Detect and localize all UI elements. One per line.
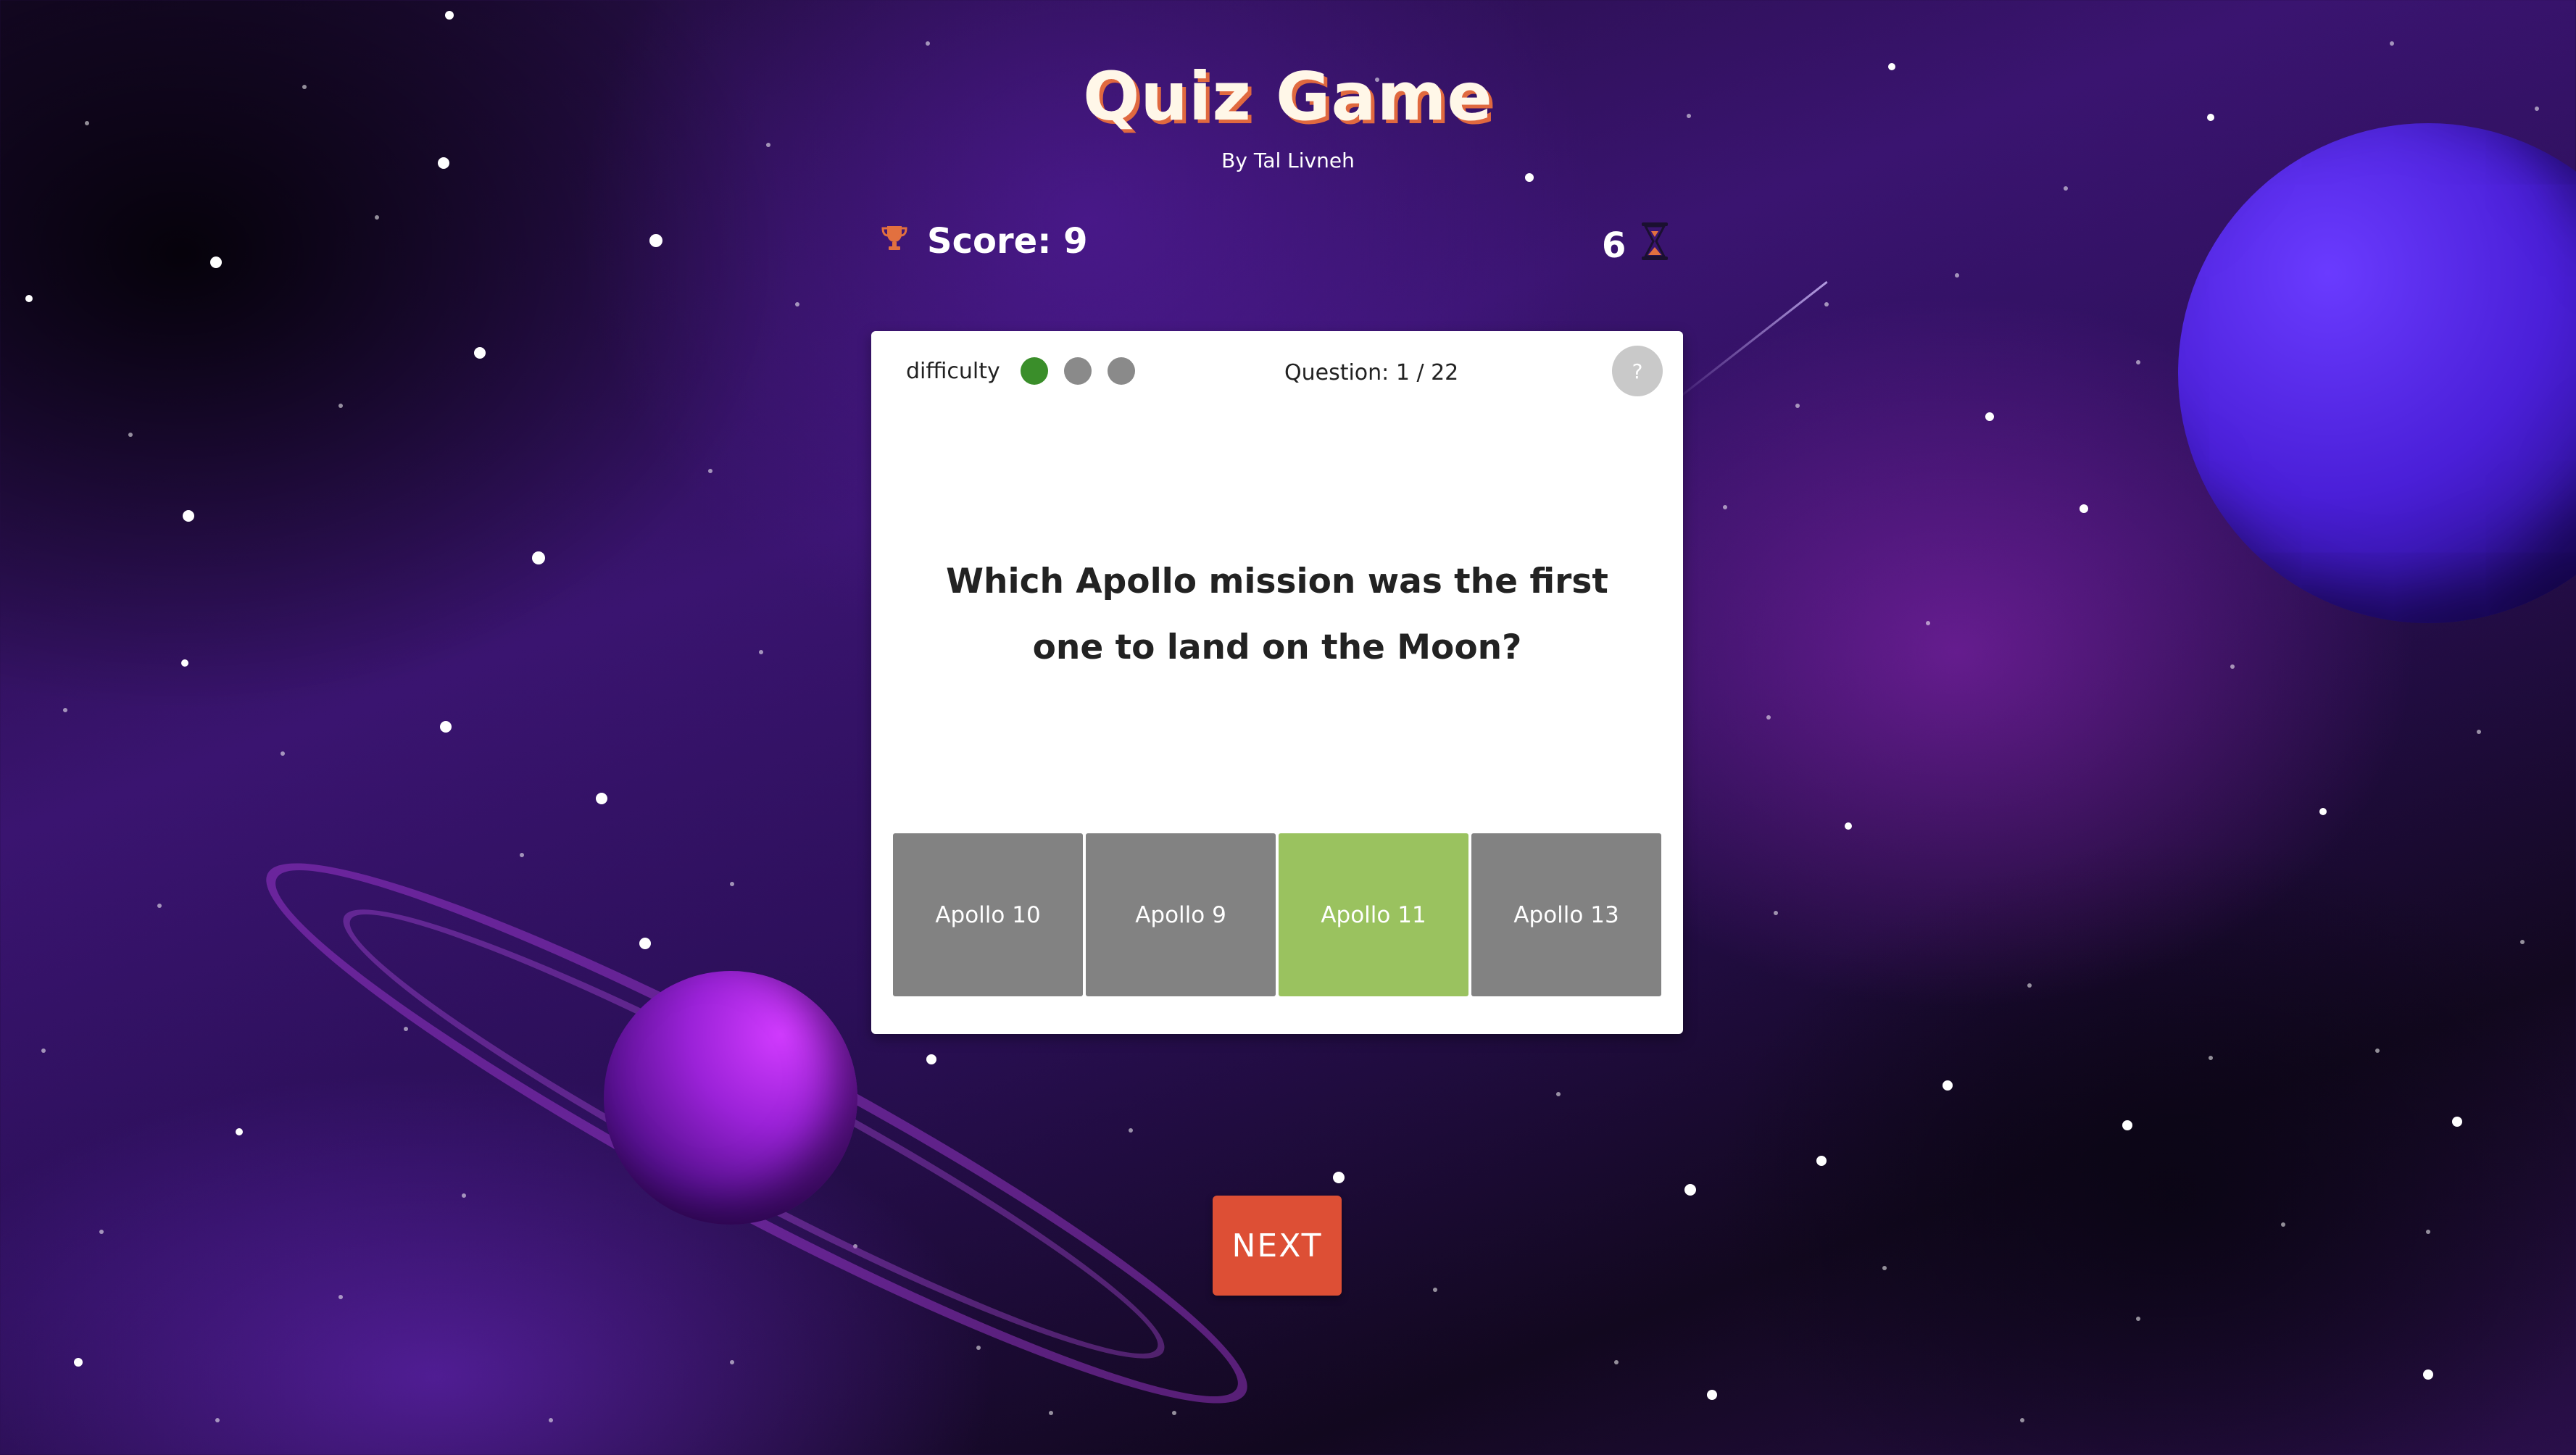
next-button[interactable]: NEXT [1213,1196,1342,1296]
difficulty-dot-2 [1063,357,1092,385]
help-button[interactable]: ? [1612,346,1663,396]
shooting-star [1666,280,1828,408]
answer-option-4[interactable]: Apollo 13 [1471,833,1661,996]
timer-value: 6 [1602,225,1626,266]
difficulty-label: difficulty [906,358,1000,384]
hourglass-icon [1639,221,1671,270]
answer-option-1[interactable]: Apollo 10 [893,833,1083,996]
score-label: Score: 9 [927,221,1088,262]
answer-option-3[interactable]: Apollo 11 [1279,833,1468,996]
timer-display: 6 [1602,221,1671,270]
question-card: difficulty Question: 1 / 22 ? Which Apol… [871,331,1683,1034]
answer-option-2[interactable]: Apollo 9 [1086,833,1276,996]
page-header: Quiz Game By Tal Livneh [0,58,2576,172]
page-title: Quiz Game [1083,58,1493,136]
difficulty-indicator: difficulty [906,357,1135,385]
question-text: Which Apollo mission was the first one t… [946,562,1608,667]
trophy-icon [881,221,908,262]
question-counter: Question: 1 / 22 [1284,360,1459,385]
ringed-planet [604,971,857,1225]
difficulty-dot-1 [1020,357,1048,385]
score-display: Score: 9 [881,221,1088,262]
difficulty-dots [1020,357,1135,385]
difficulty-dot-3 [1107,357,1135,385]
answer-options: Apollo 10 Apollo 9 Apollo 11 Apollo 13 [893,833,1661,996]
author-credit: By Tal Livneh [1221,149,1355,172]
planet-decoration [2178,123,2576,623]
